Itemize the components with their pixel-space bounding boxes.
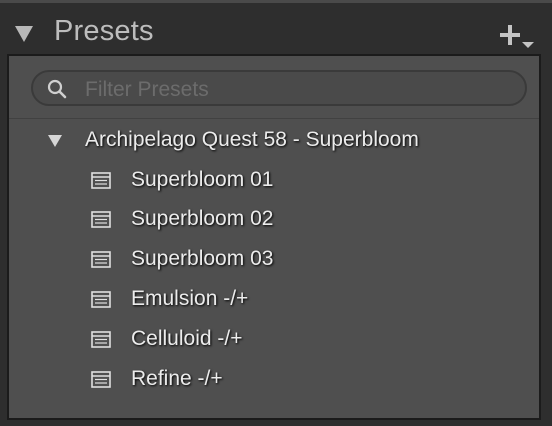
panel-top-divider: [0, 0, 552, 3]
expand-triangle-icon[interactable]: [48, 135, 62, 147]
preset-label: Superbloom 03: [131, 247, 274, 270]
preset-item[interactable]: Emulsion -/+: [9, 282, 539, 318]
collapse-triangle-icon[interactable]: [15, 26, 33, 42]
preset-list-icon: [91, 172, 111, 189]
panel-header[interactable]: Presets: [0, 4, 552, 56]
preset-group-name: Archipelago Quest 58 - Superbloom: [85, 128, 419, 151]
panel-title: Presets: [54, 15, 154, 47]
preset-label: Celluloid -/+: [131, 327, 243, 350]
search-icon: [47, 79, 67, 99]
filter-presets-input[interactable]: [83, 76, 507, 104]
preset-label: Refine -/+: [131, 367, 223, 390]
presets-content: Archipelago Quest 58 - Superbloom Superb…: [7, 54, 541, 420]
preset-list-icon: [91, 251, 111, 268]
presets-panel: Presets Archipelago Quest 58 - Superbloo…: [0, 0, 552, 426]
preset-item[interactable]: Superbloom 03: [9, 242, 539, 278]
preset-label: Superbloom 01: [131, 168, 274, 191]
preset-list-icon: [91, 211, 111, 228]
preset-item[interactable]: Superbloom 01: [9, 163, 539, 199]
preset-item[interactable]: Superbloom 02: [9, 202, 539, 238]
preset-list-icon: [91, 331, 111, 348]
preset-group-row[interactable]: Archipelago Quest 58 - Superbloom: [9, 123, 539, 159]
preset-item[interactable]: Refine -/+: [9, 362, 539, 398]
preset-label: Emulsion -/+: [131, 287, 249, 310]
preset-list-icon: [91, 371, 111, 388]
preset-list-icon: [91, 291, 111, 308]
preset-label: Superbloom 02: [131, 207, 274, 230]
search-divider: [9, 118, 539, 119]
filter-presets-box[interactable]: [31, 70, 527, 106]
preset-item[interactable]: Celluloid -/+: [9, 322, 539, 358]
add-preset-icon[interactable]: [500, 20, 540, 50]
